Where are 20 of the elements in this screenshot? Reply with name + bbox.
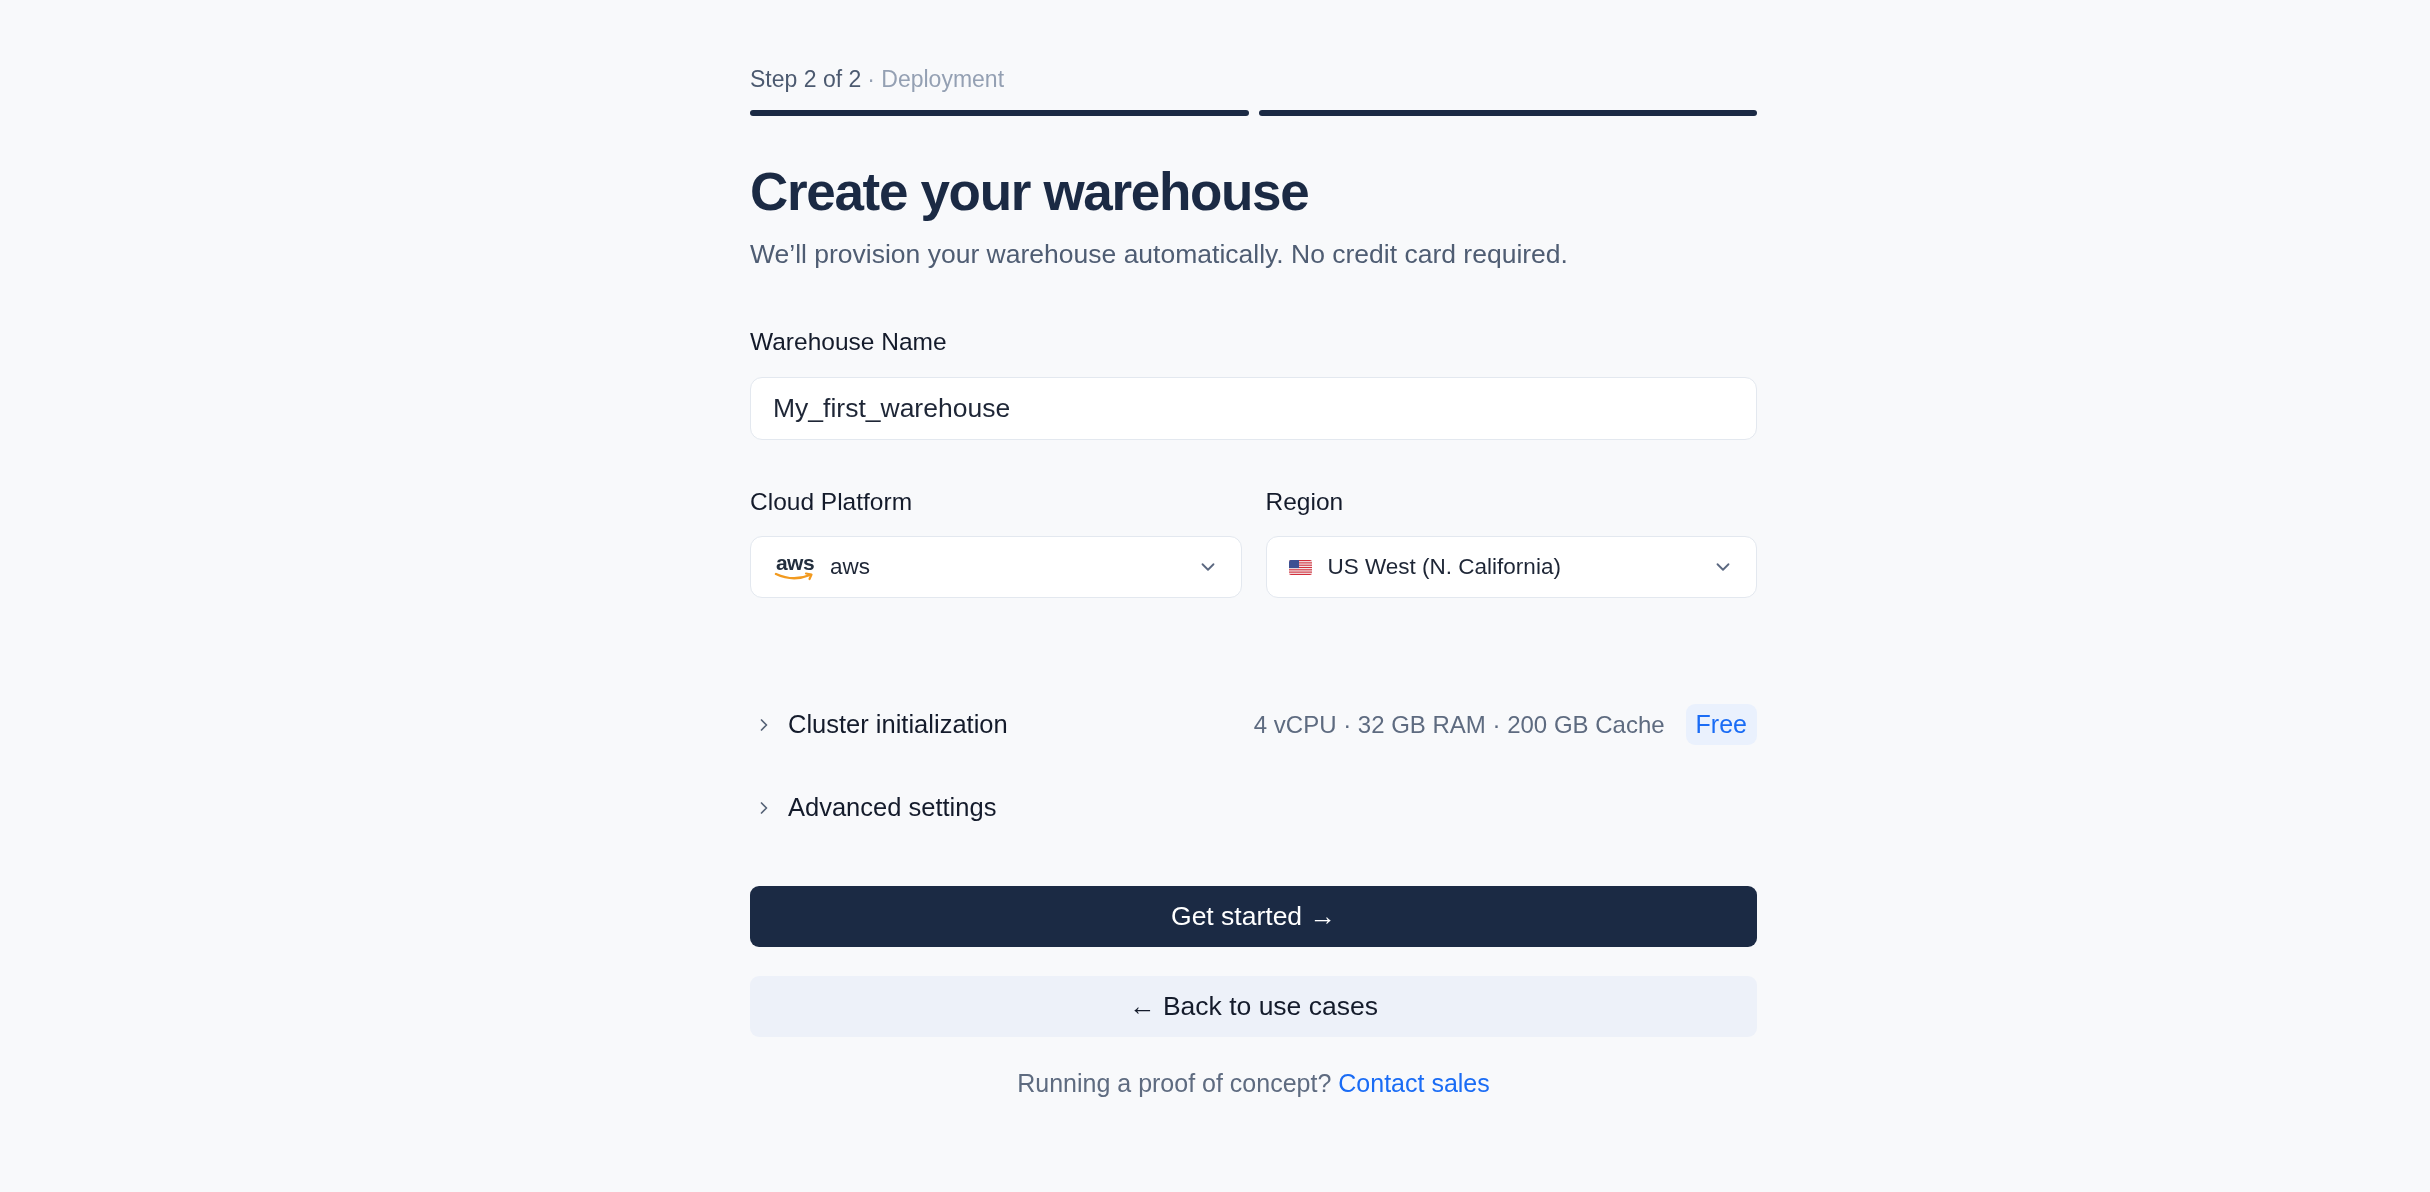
step-name: · Deployment	[867, 65, 1005, 94]
platform-logo: aws	[773, 553, 817, 581]
flag-icon	[1288, 559, 1312, 575]
step-counter: Step 2 of 2	[750, 65, 862, 94]
field-label: Region	[1265, 487, 1345, 517]
page-subtitle: We’ll provision your warehouse automatically. No credit card required.	[750, 238, 1569, 271]
cluster-specs: 4 vCPU · 32 GB RAM · 200 GB Cache	[1253, 709, 1665, 740]
primary-button[interactable]: Get started →	[750, 886, 1757, 947]
plan-badge: Free	[1685, 704, 1757, 745]
region-select[interactable]: US West (N. California)	[1265, 536, 1757, 598]
name-input[interactable]: My_first_warehouse	[750, 377, 1757, 440]
footer-note: Running a proof of concept? Contact sales	[1016, 1068, 1491, 1098]
back-button[interactable]: ← Back to use cases	[750, 976, 1757, 1037]
field-label: Cloud Platform	[750, 487, 914, 517]
page-title: Create your warehouse	[750, 162, 1310, 222]
field-label: Warehouse Name	[750, 327, 948, 357]
platform-select[interactable]: aws aws	[750, 536, 1242, 598]
contact-link[interactable]: Contact sales	[1338, 1069, 1490, 1097]
section-toggle[interactable]: Cluster initialization	[750, 704, 1008, 745]
section-toggle[interactable]: Advanced settings	[750, 787, 997, 828]
